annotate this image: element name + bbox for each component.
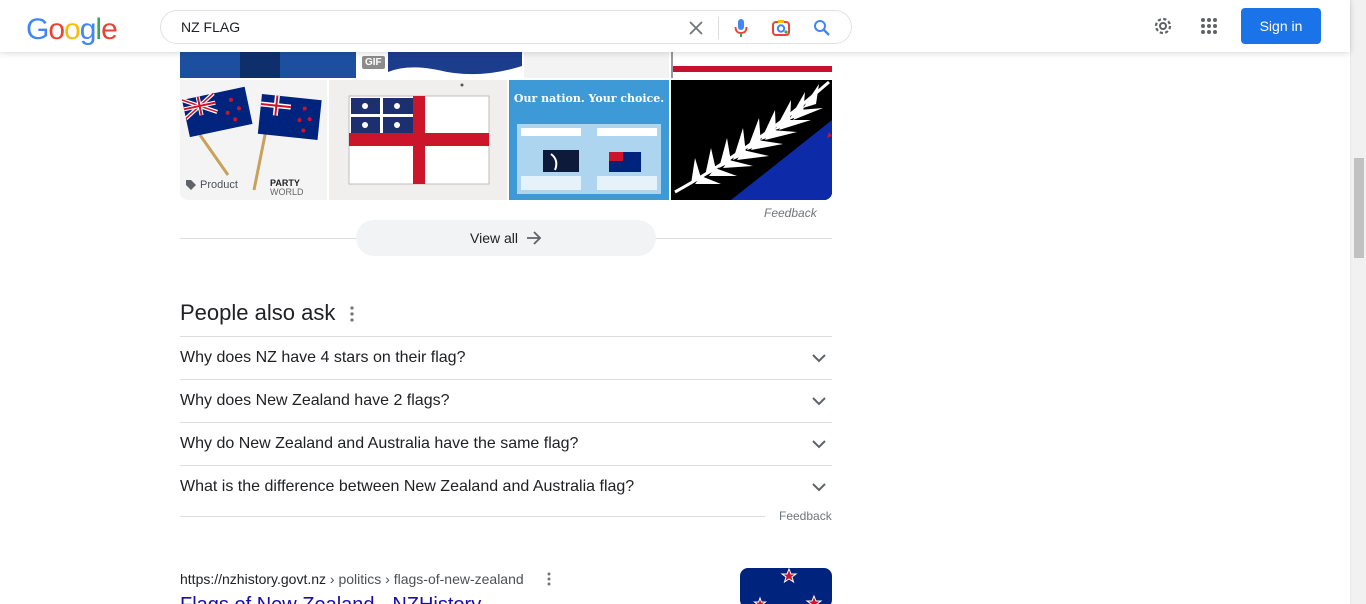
logo-letter: G xyxy=(26,13,49,46)
result-thumbnail[interactable] xyxy=(740,568,832,604)
clear-icon[interactable] xyxy=(685,17,707,39)
result-url[interactable]: https://nzhistory.govt.nz › politics › f… xyxy=(180,571,524,587)
logo-letter: o xyxy=(64,13,81,46)
images-feedback-link[interactable]: Feedback xyxy=(764,206,817,220)
paa-question[interactable]: What is the difference between New Zeala… xyxy=(180,465,832,508)
search-icon[interactable] xyxy=(811,17,833,39)
paa-question[interactable]: Why does New Zealand have 2 flags? xyxy=(180,379,832,422)
view-all-label: View all xyxy=(470,230,518,246)
product-badge: Product xyxy=(186,179,238,191)
logo-letter: o xyxy=(48,13,65,46)
chevron-down-icon xyxy=(812,354,826,363)
result-more-options-icon[interactable] xyxy=(541,571,557,587)
arrow-right-icon xyxy=(527,231,542,245)
poster-headline: Our nation. Your choice. xyxy=(513,92,665,105)
divider xyxy=(180,516,765,517)
image-thumbnail[interactable]: Our nation. Your choice. xyxy=(509,80,669,200)
divider xyxy=(180,238,356,239)
flag-pole xyxy=(671,52,673,78)
image-thumbnail[interactable] xyxy=(671,80,832,200)
flag-stripe xyxy=(671,66,832,72)
microphone-icon[interactable] xyxy=(730,17,752,39)
google-logo[interactable]: Google xyxy=(26,13,118,47)
search-input[interactable] xyxy=(181,19,661,35)
paa-question-text: What is the difference between New Zeala… xyxy=(180,478,635,495)
party-world-logo: PARTY WORLD xyxy=(270,179,304,197)
sign-in-button[interactable]: Sign in xyxy=(1241,8,1321,44)
image-thumbnail[interactable] xyxy=(671,52,832,78)
page-scrollbar[interactable] xyxy=(1350,0,1366,604)
search-results-page: Google Sign in xyxy=(0,0,1366,604)
view-all-button[interactable]: View all xyxy=(356,220,656,256)
people-also-ask-heading: People also ask xyxy=(180,300,336,325)
camera-lens-icon[interactable] xyxy=(770,17,792,39)
logo-letter: g xyxy=(79,13,97,46)
logo-letter: e xyxy=(101,13,118,46)
apps-grid-icon[interactable] xyxy=(1197,14,1221,38)
chevron-down-icon xyxy=(812,483,826,492)
flag-shadow xyxy=(240,52,280,78)
divider xyxy=(656,238,832,239)
search-box[interactable] xyxy=(160,10,852,44)
tag-icon xyxy=(186,180,196,190)
image-thumbnail[interactable]: Product PARTY WORLD xyxy=(180,80,327,200)
chevron-down-icon xyxy=(812,440,826,449)
more-options-icon[interactable] xyxy=(344,304,360,324)
image-thumbnail[interactable] xyxy=(329,80,507,200)
paa-feedback-link[interactable]: Feedback xyxy=(779,509,832,523)
paa-question-text: Why do New Zealand and Australia have th… xyxy=(180,435,579,452)
paa-question[interactable]: Why do New Zealand and Australia have th… xyxy=(180,422,832,465)
world-text: WORLD xyxy=(270,187,304,197)
product-badge-label: Product xyxy=(200,179,238,191)
top-bar: Google Sign in xyxy=(0,0,1350,52)
scrollbar-thumb[interactable] xyxy=(1354,158,1364,258)
result-breadcrumb: › politics › flags-of-new-zealand xyxy=(326,571,524,587)
paa-question-text: Why does NZ have 4 stars on their flag? xyxy=(180,349,466,366)
chevron-down-icon xyxy=(812,397,826,406)
result-domain: https://nzhistory.govt.nz xyxy=(180,571,327,587)
image-thumbnail[interactable]: GIF xyxy=(358,52,522,78)
settings-gear-icon[interactable] xyxy=(1151,14,1175,38)
paa-question-text: Why does New Zealand have 2 flags? xyxy=(180,392,450,409)
people-also-ask-list: Why does NZ have 4 stars on their flag? … xyxy=(180,336,832,508)
paa-question[interactable]: Why does NZ have 4 stars on their flag? xyxy=(180,336,832,379)
image-thumbnail[interactable] xyxy=(180,52,356,78)
search-divider xyxy=(718,17,719,39)
gif-badge: GIF xyxy=(362,56,385,69)
image-thumbnail[interactable] xyxy=(524,52,669,78)
result-title-link[interactable]: Flags of New Zealand - NZHistory xyxy=(180,594,481,604)
